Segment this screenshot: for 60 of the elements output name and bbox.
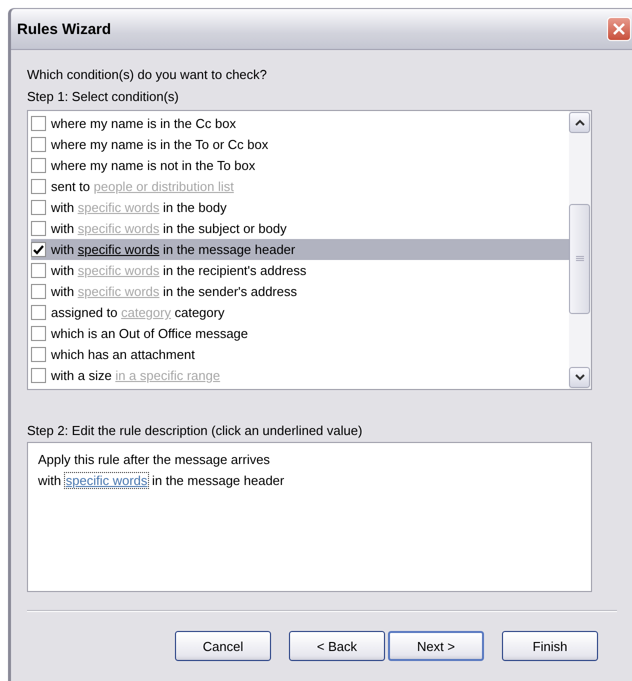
condition-row[interactable]: with specific words in the recipient's address (31, 260, 569, 281)
condition-text: with specific words in the subject or body (51, 221, 287, 236)
condition-row[interactable]: with specific words in the body (31, 197, 569, 218)
description-text: with specific words in the message header (38, 472, 286, 490)
condition-row[interactable]: which is an Out of Office message (31, 323, 569, 344)
condition-text: which is an Out of Office message (51, 326, 248, 341)
step-label: Step 2: Edit the rule description (click an underlined value) (27, 422, 364, 440)
condition-text: with specific words in the body (51, 200, 227, 215)
checkbox[interactable] (31, 137, 46, 152)
condition-row[interactable]: with specific words in the subject or body (31, 218, 569, 239)
condition-text: where my name is in the To or Cc box (51, 137, 268, 152)
scrollbar[interactable] (569, 111, 591, 389)
condition-row[interactable]: with specific words in the message header (31, 239, 569, 260)
condition-row[interactable]: assigned to category category (31, 302, 569, 323)
condition-text: where my name is in the Cc box (51, 116, 236, 131)
condition-text: which has an attachment (51, 347, 195, 362)
grip-icon (576, 256, 584, 262)
condition-row[interactable]: with a size in a specific range (31, 365, 569, 386)
checkbox[interactable] (31, 116, 46, 131)
checkbox[interactable] (31, 305, 46, 320)
wizard-button[interactable]: Cancel (175, 631, 271, 661)
condition-text: assigned to category category (51, 305, 224, 320)
checkbox[interactable] (31, 284, 46, 299)
scroll-down-button[interactable] (569, 367, 590, 388)
wizard-button[interactable]: < Back (288, 631, 385, 661)
close-button[interactable] (607, 17, 631, 41)
value-link[interactable]: specific words (64, 473, 148, 488)
checkbox[interactable] (31, 368, 46, 383)
step-label: Step 1: Select condition(s) (27, 88, 180, 106)
window-title: Rules Wizard (17, 20, 112, 38)
prompt-label: Which condition(s) do you want to check? (27, 66, 268, 84)
checkbox[interactable] (31, 179, 46, 194)
checkbox[interactable] (31, 326, 46, 341)
condition-row[interactable]: where my name is not in the To box (31, 155, 569, 176)
checkbox[interactable] (31, 221, 46, 236)
checkbox[interactable] (31, 242, 46, 257)
value-link[interactable]: specific words (78, 242, 160, 257)
condition-text: with specific words in the sender's address (51, 284, 297, 299)
checkbox[interactable] (31, 263, 46, 278)
scroll-up-button[interactable] (569, 112, 590, 133)
checkbox[interactable] (31, 158, 46, 173)
condition-row[interactable]: with specific words in the sender's address (31, 281, 569, 302)
condition-row[interactable]: where my name is in the Cc box (31, 113, 569, 134)
checkbox[interactable] (31, 347, 46, 362)
wizard-button[interactable]: Finish (502, 631, 598, 661)
condition-text: where my name is not in the To box (51, 158, 256, 173)
chevron-up-icon (574, 119, 584, 126)
close-icon (612, 22, 626, 36)
chevron-down-icon (574, 374, 584, 381)
condition-row[interactable]: where my name is in the To or Cc box (31, 134, 569, 155)
condition-row[interactable]: sent to people or distribution list (31, 176, 569, 197)
scroll-thumb[interactable] (569, 204, 590, 314)
condition-text: with specific words in the recipient's address (51, 263, 306, 278)
condition-text: sent to people or distribution list (51, 179, 234, 194)
wizard-button[interactable]: Next > (388, 631, 484, 661)
condition-text: with specific words in the message header (51, 242, 296, 257)
description-text: Apply this rule after the message arrives (38, 451, 271, 469)
condition-row[interactable]: which has an attachment (31, 344, 569, 365)
condition-text: with a size in a specific range (51, 368, 220, 383)
checkbox[interactable] (31, 200, 46, 215)
